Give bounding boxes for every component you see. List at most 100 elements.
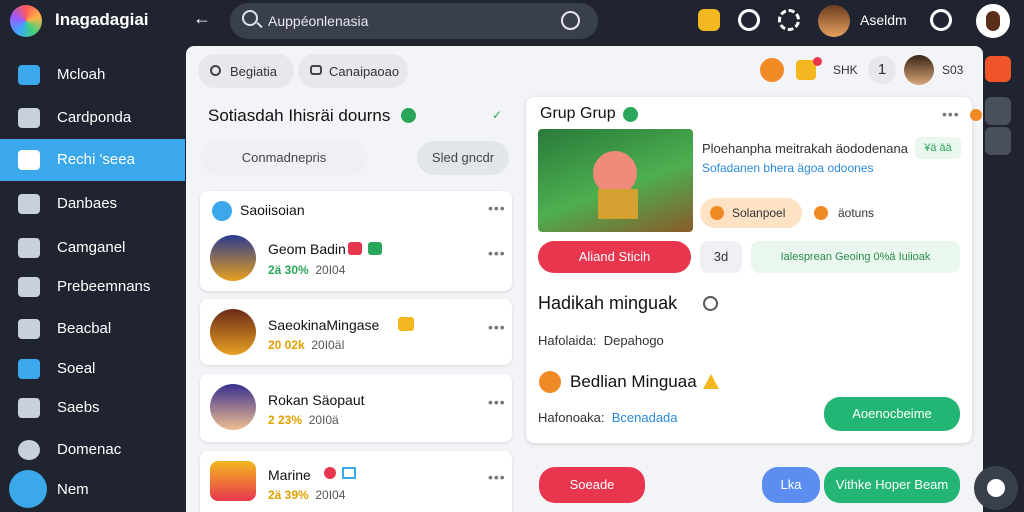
- group-description-sub: Sofadanen bhera ägoa odoones: [702, 161, 874, 175]
- tab-sort[interactable]: Sled gncdr: [417, 141, 509, 175]
- clock-icon[interactable]: [561, 11, 580, 30]
- count-chip[interactable]: 3d: [700, 241, 742, 273]
- bird-icon: [18, 359, 40, 379]
- more-options-icon[interactable]: •••: [488, 245, 506, 261]
- more-options-icon[interactable]: •••: [488, 200, 506, 216]
- status-chip[interactable]: Ialesprean Geoing 0%ä Iuiioak: [751, 241, 960, 273]
- green-action-button[interactable]: Aoenocbeime: [824, 397, 960, 431]
- app-title: Inagadagiai: [55, 10, 149, 29]
- status-mini-chip[interactable]: ¥ä ää: [915, 137, 961, 159]
- group-stats: 2 23% 20I0ä: [268, 413, 339, 427]
- group-card[interactable]: SaeokinaMingase 20 02k 20I0äI •••: [200, 299, 512, 365]
- bolt-icon: [9, 470, 47, 508]
- group-stats: 20 02k 20I0äI: [268, 338, 345, 352]
- group-name[interactable]: Marine: [268, 467, 311, 483]
- home-icon: [18, 65, 40, 85]
- crate-image: [598, 189, 638, 219]
- refresh-icon[interactable]: [778, 9, 800, 31]
- more-options-icon[interactable]: •••: [488, 394, 506, 410]
- chip-search[interactable]: Begiatia: [198, 54, 294, 88]
- search-icon[interactable]: [703, 296, 718, 311]
- more-options-icon[interactable]: •••: [942, 106, 960, 122]
- group-title: Grup Grup: [540, 105, 616, 122]
- heart-icon: [324, 467, 336, 479]
- join-button[interactable]: Aliand Sticih: [538, 241, 691, 273]
- emoji-icon[interactable]: [698, 9, 720, 31]
- member-count: S03: [942, 63, 964, 77]
- panel-toggle[interactable]: [985, 127, 1011, 155]
- group-avatar[interactable]: [210, 384, 256, 430]
- sidebar-item-people[interactable]: Saebs: [0, 387, 185, 429]
- group-avatar[interactable]: [210, 461, 256, 501]
- search-bar[interactable]: [230, 3, 598, 39]
- sidebar-item-home[interactable]: Mcloah: [0, 54, 185, 96]
- toolbar-label: SHK: [833, 63, 858, 77]
- orange-badge-icon[interactable]: [760, 58, 784, 82]
- more-options-icon[interactable]: •••: [488, 469, 506, 485]
- section-heading-2: Bedlian Minguaa: [570, 372, 697, 391]
- red-action-button[interactable]: Soeade: [539, 467, 645, 503]
- tag-icon: [814, 206, 828, 220]
- green-action-button[interactable]: Vithke Hoper Beam: [824, 467, 960, 503]
- sidebar-item-camera[interactable]: Beacbal: [0, 308, 185, 350]
- verified-icon: [401, 108, 416, 123]
- sidebar-item-grid[interactable]: Danbaes: [0, 183, 185, 225]
- image-icon: [342, 467, 356, 479]
- share-icon: [18, 150, 40, 170]
- people-icon: [18, 398, 40, 418]
- section-title: Saoiisoian: [240, 202, 305, 218]
- group-description: Ploehanpha meitrakah äododenana: [702, 141, 909, 156]
- sidebar-item-pin[interactable]: Domenac: [0, 429, 185, 471]
- compose-icon: [987, 479, 1005, 497]
- group-card[interactable]: Rokan Säopaut 2 23% 20I0ä •••: [200, 374, 512, 442]
- sidebar-item-pencil[interactable]: Prebeemnans: [0, 266, 185, 308]
- sidebar-item-bird[interactable]: Soeal: [0, 348, 185, 390]
- tab-communities[interactable]: Conmadnepris: [200, 141, 368, 175]
- group-name[interactable]: SaeokinaMingase: [268, 317, 379, 333]
- member-avatar[interactable]: [904, 55, 934, 85]
- section-icon: [212, 201, 232, 221]
- group-avatar[interactable]: [210, 235, 256, 281]
- discord-icon[interactable]: [738, 9, 760, 31]
- panel-toggle[interactable]: [985, 97, 1011, 125]
- grid-icon: [18, 194, 40, 214]
- group-card[interactable]: Marine 2ä 39% 20I04 •••: [200, 451, 512, 512]
- tag-chip-primary[interactable]: Solanpoel: [700, 198, 802, 228]
- floating-action-button[interactable]: [974, 466, 1018, 510]
- blue-action-button[interactable]: Lka: [762, 467, 820, 503]
- group-name[interactable]: Geom Badin: [268, 241, 346, 257]
- sidebar-item-list[interactable]: Cardponda: [0, 97, 185, 139]
- game-thumbnail[interactable]: [538, 129, 693, 232]
- search-icon: [210, 65, 221, 76]
- tag-icon: [710, 206, 724, 220]
- counter-badge[interactable]: 1: [868, 56, 896, 84]
- info-row-2: Hafonoaka: Bcenadada: [538, 410, 678, 425]
- more-options-icon[interactable]: •••: [488, 319, 506, 335]
- page-title: Sotiasdah Ihisräi dourns: [208, 106, 391, 125]
- pin-icon: [18, 440, 40, 460]
- sync-icon[interactable]: [930, 9, 952, 31]
- sidebar-item-bolt[interactable]: Nem: [0, 469, 185, 511]
- badge-icon: [368, 242, 382, 255]
- list-icon: [18, 108, 40, 128]
- flag-icon: [348, 242, 362, 255]
- app-logo[interactable]: [10, 5, 42, 37]
- group-avatar[interactable]: [210, 309, 256, 355]
- profile-avatar[interactable]: [976, 4, 1010, 38]
- user-name[interactable]: Aseldm: [860, 12, 907, 28]
- group-section-card: Saoiisoian ••• Geom Badin 2ä 30% 20I04 •…: [200, 191, 512, 291]
- tag-chip-secondary[interactable]: äotuns: [810, 198, 900, 228]
- chip-comment[interactable]: Canaipaoao: [298, 54, 408, 88]
- section-heading-1: Hadikah minguak: [538, 293, 678, 313]
- group-name[interactable]: Rokan Säopaut: [268, 392, 365, 408]
- notification-badge-icon[interactable]: [985, 56, 1011, 82]
- back-arrow-icon[interactable]: ←: [193, 8, 211, 29]
- group-stats: 2ä 39% 20I04: [268, 488, 346, 502]
- section-icon: [539, 371, 561, 393]
- check-icon: ✓: [492, 108, 503, 122]
- search-input[interactable]: [268, 11, 548, 31]
- verified-icon: [623, 107, 638, 122]
- user-avatar[interactable]: [818, 5, 850, 37]
- sidebar-item-chart[interactable]: Camganel: [0, 227, 185, 269]
- sidebar-item-share[interactable]: Rechi 'seea: [0, 139, 185, 181]
